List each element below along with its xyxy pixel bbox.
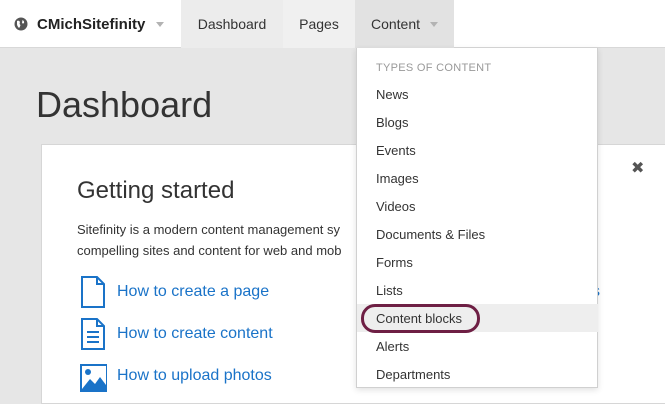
page-title: Dashboard <box>36 84 213 125</box>
site-name: CMichSitefinity <box>37 15 146 33</box>
menu-item-forms[interactable]: Forms <box>357 248 598 276</box>
getting-started-title: Getting started <box>77 177 235 204</box>
chevron-down-icon <box>430 21 439 27</box>
close-icon[interactable]: ✖ <box>631 158 644 178</box>
link-create-page-label: How to create a page <box>117 283 270 300</box>
menu-item-departments[interactable]: Departments <box>357 360 598 388</box>
tab-content-label: Content <box>370 16 421 32</box>
tab-pages-label: Pages <box>299 16 339 32</box>
menu-item-blogs[interactable]: Blogs <box>357 108 598 136</box>
tab-dashboard-label: Dashboard <box>197 16 267 32</box>
menu-item-lists[interactable]: Lists <box>357 276 598 304</box>
menu-item-documents-files[interactable]: Documents & Files <box>357 220 598 248</box>
site-selector[interactable]: CMichSitefinity <box>14 0 165 48</box>
menu-item-images[interactable]: Images <box>357 164 598 192</box>
content-dropdown-menu: TYPES OF CONTENT News Blogs Events Image… <box>356 48 598 388</box>
tab-content[interactable]: Content <box>355 0 454 48</box>
document-icon <box>81 318 105 350</box>
menu-item-alerts[interactable]: Alerts <box>357 332 598 360</box>
link-create-content[interactable]: How to create content <box>79 317 273 351</box>
description-line-1: Sitefinity is a modern content managemen… <box>77 222 341 237</box>
tab-dashboard[interactable]: Dashboard <box>181 0 283 48</box>
description-line-2: compelling sites and content for web and… <box>77 243 342 258</box>
link-create-content-label: How to create content <box>117 325 273 342</box>
page-icon <box>81 276 105 308</box>
globe-icon <box>14 17 28 31</box>
menu-heading: TYPES OF CONTENT <box>376 62 492 74</box>
getting-started-description: Sitefinity is a modern content managemen… <box>77 219 377 261</box>
menu-item-events[interactable]: Events <box>357 136 598 164</box>
link-upload-photos-label: How to upload photos <box>117 367 272 384</box>
link-create-page[interactable]: How to create a page <box>79 275 269 309</box>
highlight-annotation-ring <box>361 304 480 333</box>
menu-item-news[interactable]: News <box>357 80 598 108</box>
tab-pages[interactable]: Pages <box>283 0 355 48</box>
menu-item-videos[interactable]: Videos <box>357 192 598 220</box>
chevron-down-icon <box>156 21 165 27</box>
